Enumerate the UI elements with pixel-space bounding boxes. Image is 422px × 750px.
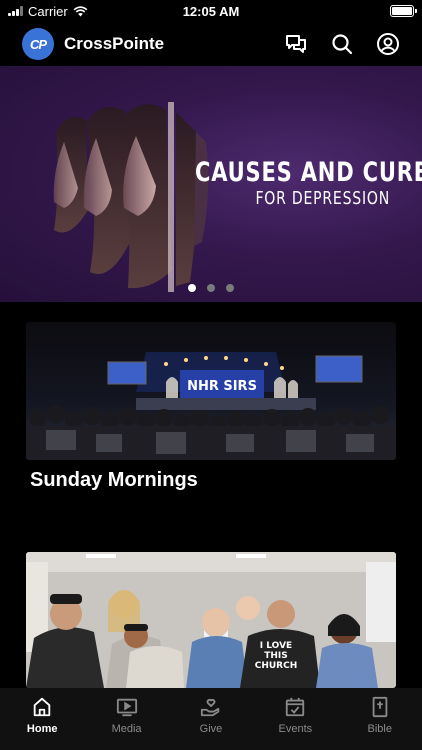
bible-icon [372, 696, 388, 718]
events-icon [286, 697, 305, 717]
home-icon [33, 697, 51, 717]
hero-title-line2: FOR DEPRESSION [255, 188, 390, 209]
worship-stage-image: NHR SIRS [26, 322, 396, 460]
tab-bible-label: Bible [367, 723, 392, 735]
carousel-dot-3[interactable] [226, 284, 234, 292]
bottom-tab-bar: Home Media Give Events Bible [0, 688, 422, 750]
card-title: Sunday Mornings [30, 469, 198, 491]
hero-title-line1: CAUSES AND CURES [195, 157, 422, 188]
tab-media-label: Media [111, 723, 142, 735]
give-icon [200, 699, 220, 717]
hero-banner[interactable]: CAUSES AND CURES FOR DEPRESSION [0, 66, 422, 302]
signal-icon [8, 6, 23, 16]
community-card[interactable]: I LOVE THIS CHURCH [26, 552, 396, 688]
status-bar: Carrier 12:05 AM [0, 0, 422, 22]
messages-icon[interactable] [284, 32, 308, 56]
carousel-dot-2[interactable] [207, 284, 215, 292]
media-icon [116, 698, 137, 717]
carrier-label: Carrier [28, 3, 68, 19]
search-icon[interactable] [330, 32, 354, 56]
carousel-dots [0, 284, 422, 292]
tab-give-label: Give [199, 723, 223, 735]
sunday-mornings-card[interactable]: NHR SIRS [26, 322, 396, 460]
tab-bible[interactable]: Bible [345, 696, 415, 750]
app-header: CP CrossPointe [0, 26, 422, 62]
tab-media[interactable]: Media [92, 696, 162, 750]
wifi-icon [73, 5, 88, 16]
church-logo: CP [22, 28, 54, 60]
battery-icon [390, 5, 417, 17]
header-actions [284, 32, 400, 56]
tab-home-label: Home [26, 723, 58, 735]
tab-events[interactable]: Events [260, 696, 330, 750]
tab-give[interactable]: Give [176, 696, 246, 750]
status-left: Carrier [8, 4, 88, 19]
profile-icon[interactable] [376, 32, 400, 56]
carousel-dot-1[interactable] [188, 284, 196, 292]
group-photo-image: I LOVE THIS CHURCH [26, 552, 396, 688]
stage-screen-text: NHR SIRS [187, 379, 257, 394]
tab-events-label: Events [278, 723, 313, 735]
tab-home[interactable]: Home [7, 696, 77, 750]
app-title: CrossPointe [64, 34, 165, 53]
